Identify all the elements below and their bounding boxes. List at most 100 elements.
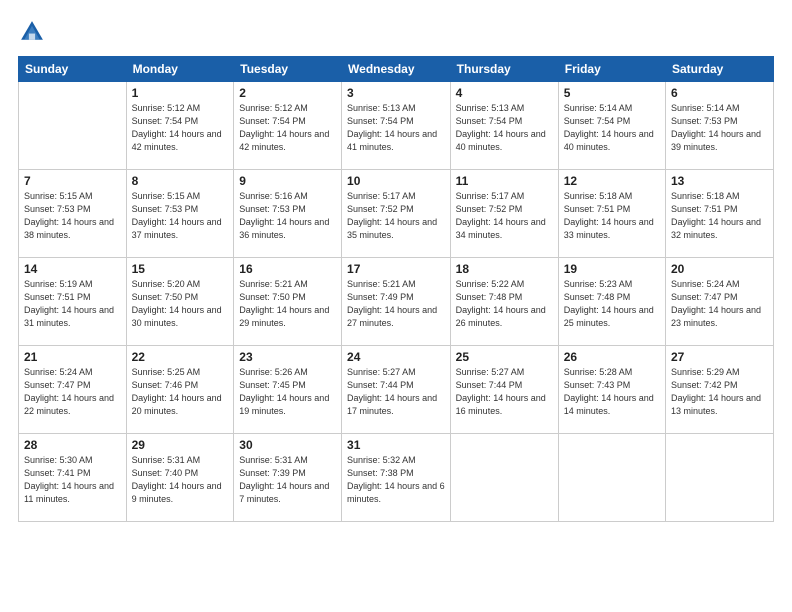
day-info: Sunrise: 5:20 AM Sunset: 7:50 PM Dayligh… [132, 278, 229, 330]
day-number: 14 [24, 262, 121, 276]
day-info: Sunrise: 5:12 AM Sunset: 7:54 PM Dayligh… [239, 102, 336, 154]
sunset-text: Sunset: 7:54 PM [132, 116, 199, 126]
sunrise-text: Sunrise: 5:31 AM [239, 455, 308, 465]
day-number: 3 [347, 86, 445, 100]
day-info: Sunrise: 5:22 AM Sunset: 7:48 PM Dayligh… [456, 278, 553, 330]
daylight-text: Daylight: 14 hours and 16 minutes. [456, 393, 546, 416]
sunrise-text: Sunrise: 5:14 AM [671, 103, 740, 113]
daylight-text: Daylight: 14 hours and 29 minutes. [239, 305, 329, 328]
day-info: Sunrise: 5:27 AM Sunset: 7:44 PM Dayligh… [456, 366, 553, 418]
sunrise-text: Sunrise: 5:24 AM [24, 367, 93, 377]
daylight-text: Daylight: 14 hours and 23 minutes. [671, 305, 761, 328]
col-thursday: Thursday [450, 57, 558, 82]
day-cell: 1 Sunrise: 5:12 AM Sunset: 7:54 PM Dayli… [126, 82, 234, 170]
sunset-text: Sunset: 7:48 PM [456, 292, 523, 302]
day-number: 21 [24, 350, 121, 364]
day-cell [450, 434, 558, 522]
sunrise-text: Sunrise: 5:31 AM [132, 455, 201, 465]
day-number: 20 [671, 262, 768, 276]
daylight-text: Daylight: 14 hours and 33 minutes. [564, 217, 654, 240]
day-cell: 10 Sunrise: 5:17 AM Sunset: 7:52 PM Dayl… [342, 170, 451, 258]
sunset-text: Sunset: 7:51 PM [671, 204, 738, 214]
day-number: 25 [456, 350, 553, 364]
daylight-text: Daylight: 14 hours and 42 minutes. [132, 129, 222, 152]
day-number: 23 [239, 350, 336, 364]
sunset-text: Sunset: 7:52 PM [456, 204, 523, 214]
day-cell: 30 Sunrise: 5:31 AM Sunset: 7:39 PM Dayl… [234, 434, 342, 522]
day-cell: 16 Sunrise: 5:21 AM Sunset: 7:50 PM Dayl… [234, 258, 342, 346]
day-cell: 8 Sunrise: 5:15 AM Sunset: 7:53 PM Dayli… [126, 170, 234, 258]
day-cell: 5 Sunrise: 5:14 AM Sunset: 7:54 PM Dayli… [558, 82, 665, 170]
sunrise-text: Sunrise: 5:20 AM [132, 279, 201, 289]
day-cell: 12 Sunrise: 5:18 AM Sunset: 7:51 PM Dayl… [558, 170, 665, 258]
daylight-text: Daylight: 14 hours and 39 minutes. [671, 129, 761, 152]
day-cell: 9 Sunrise: 5:16 AM Sunset: 7:53 PM Dayli… [234, 170, 342, 258]
sunset-text: Sunset: 7:44 PM [347, 380, 414, 390]
week-row-5: 28 Sunrise: 5:30 AM Sunset: 7:41 PM Dayl… [19, 434, 774, 522]
day-number: 30 [239, 438, 336, 452]
daylight-text: Daylight: 14 hours and 42 minutes. [239, 129, 329, 152]
sunset-text: Sunset: 7:53 PM [24, 204, 91, 214]
sunrise-text: Sunrise: 5:29 AM [671, 367, 740, 377]
sunset-text: Sunset: 7:40 PM [132, 468, 199, 478]
day-info: Sunrise: 5:31 AM Sunset: 7:39 PM Dayligh… [239, 454, 336, 506]
day-info: Sunrise: 5:19 AM Sunset: 7:51 PM Dayligh… [24, 278, 121, 330]
day-cell: 15 Sunrise: 5:20 AM Sunset: 7:50 PM Dayl… [126, 258, 234, 346]
daylight-text: Daylight: 14 hours and 19 minutes. [239, 393, 329, 416]
day-cell: 23 Sunrise: 5:26 AM Sunset: 7:45 PM Dayl… [234, 346, 342, 434]
logo-icon [18, 18, 46, 46]
sunrise-text: Sunrise: 5:32 AM [347, 455, 416, 465]
daylight-text: Daylight: 14 hours and 41 minutes. [347, 129, 437, 152]
sunset-text: Sunset: 7:45 PM [239, 380, 306, 390]
week-row-1: 1 Sunrise: 5:12 AM Sunset: 7:54 PM Dayli… [19, 82, 774, 170]
day-number: 11 [456, 174, 553, 188]
sunrise-text: Sunrise: 5:13 AM [456, 103, 525, 113]
day-cell [558, 434, 665, 522]
day-number: 1 [132, 86, 229, 100]
day-info: Sunrise: 5:15 AM Sunset: 7:53 PM Dayligh… [132, 190, 229, 242]
week-row-3: 14 Sunrise: 5:19 AM Sunset: 7:51 PM Dayl… [19, 258, 774, 346]
daylight-text: Daylight: 14 hours and 38 minutes. [24, 217, 114, 240]
sunset-text: Sunset: 7:51 PM [564, 204, 631, 214]
day-cell: 7 Sunrise: 5:15 AM Sunset: 7:53 PM Dayli… [19, 170, 127, 258]
daylight-text: Daylight: 14 hours and 34 minutes. [456, 217, 546, 240]
day-info: Sunrise: 5:12 AM Sunset: 7:54 PM Dayligh… [132, 102, 229, 154]
col-wednesday: Wednesday [342, 57, 451, 82]
daylight-text: Daylight: 14 hours and 32 minutes. [671, 217, 761, 240]
sunset-text: Sunset: 7:54 PM [239, 116, 306, 126]
sunrise-text: Sunrise: 5:18 AM [671, 191, 740, 201]
day-cell: 20 Sunrise: 5:24 AM Sunset: 7:47 PM Dayl… [666, 258, 774, 346]
day-cell: 28 Sunrise: 5:30 AM Sunset: 7:41 PM Dayl… [19, 434, 127, 522]
day-number: 10 [347, 174, 445, 188]
sunrise-text: Sunrise: 5:27 AM [456, 367, 525, 377]
daylight-text: Daylight: 14 hours and 40 minutes. [564, 129, 654, 152]
day-cell: 4 Sunrise: 5:13 AM Sunset: 7:54 PM Dayli… [450, 82, 558, 170]
day-cell: 17 Sunrise: 5:21 AM Sunset: 7:49 PM Dayl… [342, 258, 451, 346]
day-info: Sunrise: 5:23 AM Sunset: 7:48 PM Dayligh… [564, 278, 660, 330]
day-cell: 29 Sunrise: 5:31 AM Sunset: 7:40 PM Dayl… [126, 434, 234, 522]
col-sunday: Sunday [19, 57, 127, 82]
daylight-text: Daylight: 14 hours and 22 minutes. [24, 393, 114, 416]
day-info: Sunrise: 5:30 AM Sunset: 7:41 PM Dayligh… [24, 454, 121, 506]
sunset-text: Sunset: 7:50 PM [239, 292, 306, 302]
sunrise-text: Sunrise: 5:13 AM [347, 103, 416, 113]
daylight-text: Daylight: 14 hours and 31 minutes. [24, 305, 114, 328]
day-info: Sunrise: 5:25 AM Sunset: 7:46 PM Dayligh… [132, 366, 229, 418]
day-number: 27 [671, 350, 768, 364]
sunset-text: Sunset: 7:47 PM [671, 292, 738, 302]
sunset-text: Sunset: 7:53 PM [132, 204, 199, 214]
day-cell: 25 Sunrise: 5:27 AM Sunset: 7:44 PM Dayl… [450, 346, 558, 434]
daylight-text: Daylight: 14 hours and 25 minutes. [564, 305, 654, 328]
sunset-text: Sunset: 7:43 PM [564, 380, 631, 390]
sunrise-text: Sunrise: 5:17 AM [347, 191, 416, 201]
sunset-text: Sunset: 7:49 PM [347, 292, 414, 302]
day-number: 16 [239, 262, 336, 276]
daylight-text: Daylight: 14 hours and 37 minutes. [132, 217, 222, 240]
sunrise-text: Sunrise: 5:14 AM [564, 103, 633, 113]
day-info: Sunrise: 5:32 AM Sunset: 7:38 PM Dayligh… [347, 454, 445, 506]
daylight-text: Daylight: 14 hours and 26 minutes. [456, 305, 546, 328]
sunset-text: Sunset: 7:54 PM [456, 116, 523, 126]
day-cell: 22 Sunrise: 5:25 AM Sunset: 7:46 PM Dayl… [126, 346, 234, 434]
day-number: 26 [564, 350, 660, 364]
sunrise-text: Sunrise: 5:25 AM [132, 367, 201, 377]
